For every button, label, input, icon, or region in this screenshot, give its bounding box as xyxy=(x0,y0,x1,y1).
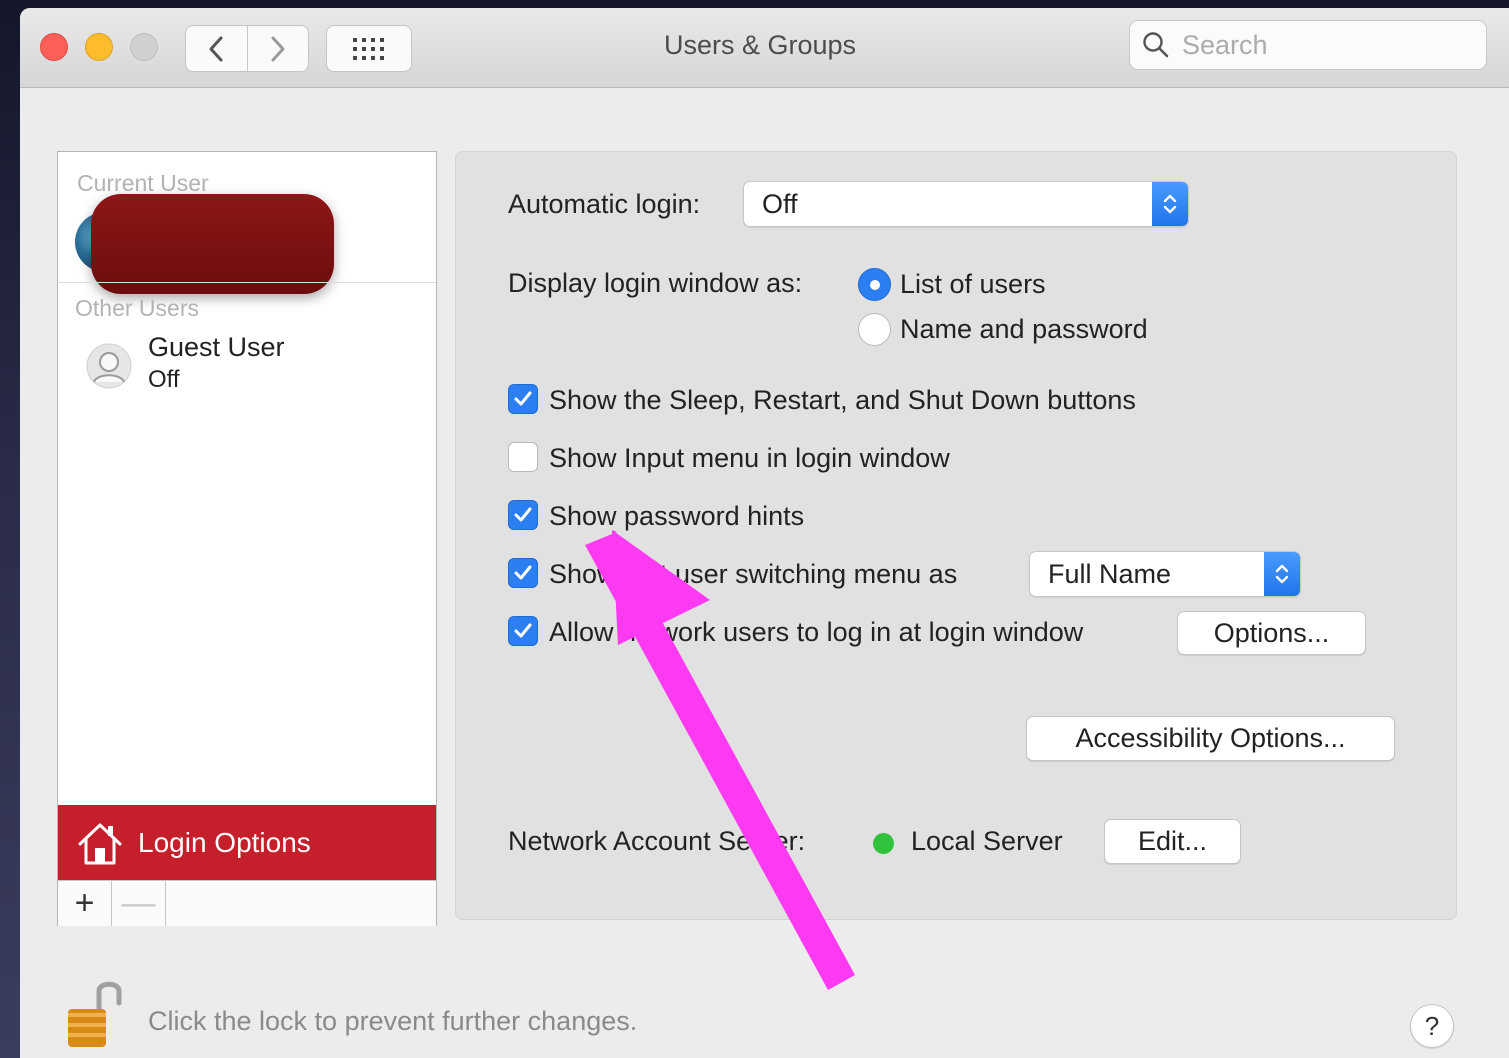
radio-name-and-password[interactable] xyxy=(858,313,891,346)
checkbox-show-input-menu[interactable] xyxy=(508,442,538,472)
current-user-section-label: Current User xyxy=(77,170,209,196)
add-remove-bar: + — xyxy=(58,880,436,926)
checkbox-show-password-hints[interactable] xyxy=(508,500,538,530)
redacted-user-name xyxy=(91,194,334,294)
checkmark-icon xyxy=(514,623,532,638)
checkbox-allow-network-users-label[interactable]: Allow network users to log in at login w… xyxy=(549,617,1083,648)
network-server-value: Local Server xyxy=(911,826,1063,856)
automatic-login-label: Automatic login: xyxy=(508,189,701,219)
display-login-window-label: Display login window as: xyxy=(508,268,803,298)
network-account-server-label: Network Account Server: xyxy=(508,826,806,856)
guest-user-status: Off xyxy=(148,366,180,393)
users-sidebar: Current User Other Users Guest User Off … xyxy=(57,151,437,926)
checkbox-show-sleep-restart-shutdown-label[interactable]: Show the Sleep, Restart, and Shut Down b… xyxy=(549,385,1136,416)
options-button[interactable]: Options... xyxy=(1177,611,1366,655)
search-input[interactable] xyxy=(1182,29,1462,61)
checkbox-show-fast-user-switching[interactable] xyxy=(508,558,538,588)
login-options-label: Login Options xyxy=(138,826,311,858)
users-groups-window: Users & Groups Current User Other Users … xyxy=(20,8,1509,1058)
radio-list-of-users-label[interactable]: List of users xyxy=(900,269,1046,300)
user-switching-popup[interactable]: Full Name xyxy=(1029,551,1301,597)
login-options-panel: Automatic login: Off Display login windo… xyxy=(455,151,1457,920)
remove-user-button[interactable]: — xyxy=(112,881,166,926)
search-icon xyxy=(1143,32,1169,58)
lock-open-icon[interactable] xyxy=(65,973,125,1051)
search-field[interactable] xyxy=(1129,20,1487,70)
add-user-button[interactable]: + xyxy=(58,881,112,926)
server-status-indicator xyxy=(873,833,894,854)
title-bar: Users & Groups xyxy=(20,8,1509,88)
radio-name-and-password-label[interactable]: Name and password xyxy=(900,314,1148,345)
popup-arrows-icon xyxy=(1264,552,1300,596)
automatic-login-popup[interactable]: Off xyxy=(743,181,1189,227)
other-users-section-label: Other Users xyxy=(75,295,199,321)
section-divider xyxy=(58,282,436,283)
accessibility-options-button[interactable]: Accessibility Options... xyxy=(1026,716,1395,761)
checkbox-show-fast-user-switching-label[interactable]: Show fast user switching menu as xyxy=(549,559,957,590)
guest-user-name: Guest User xyxy=(148,332,285,362)
user-switching-value: Full Name xyxy=(1048,558,1172,589)
checkmark-icon xyxy=(514,507,532,522)
login-options-item[interactable]: Login Options xyxy=(58,805,436,880)
guest-user-avatar-icon xyxy=(86,343,132,389)
checkbox-show-password-hints-label[interactable]: Show password hints xyxy=(549,501,804,532)
checkmark-icon xyxy=(514,391,532,406)
help-button[interactable]: ? xyxy=(1410,1004,1454,1048)
checkmark-icon xyxy=(514,565,532,580)
guest-user-item[interactable]: Guest User Off xyxy=(58,332,436,402)
checkbox-allow-network-users[interactable] xyxy=(508,616,538,646)
lock-status-text: Click the lock to prevent further change… xyxy=(148,1006,638,1036)
popup-arrows-icon xyxy=(1152,182,1188,226)
edit-server-button[interactable]: Edit... xyxy=(1104,819,1241,864)
checkbox-show-input-menu-label[interactable]: Show Input menu in login window xyxy=(549,443,950,474)
radio-list-of-users[interactable] xyxy=(858,268,891,301)
checkbox-show-sleep-restart-shutdown[interactable] xyxy=(508,384,538,414)
automatic-login-value: Off xyxy=(762,188,798,219)
house-icon xyxy=(78,823,122,864)
